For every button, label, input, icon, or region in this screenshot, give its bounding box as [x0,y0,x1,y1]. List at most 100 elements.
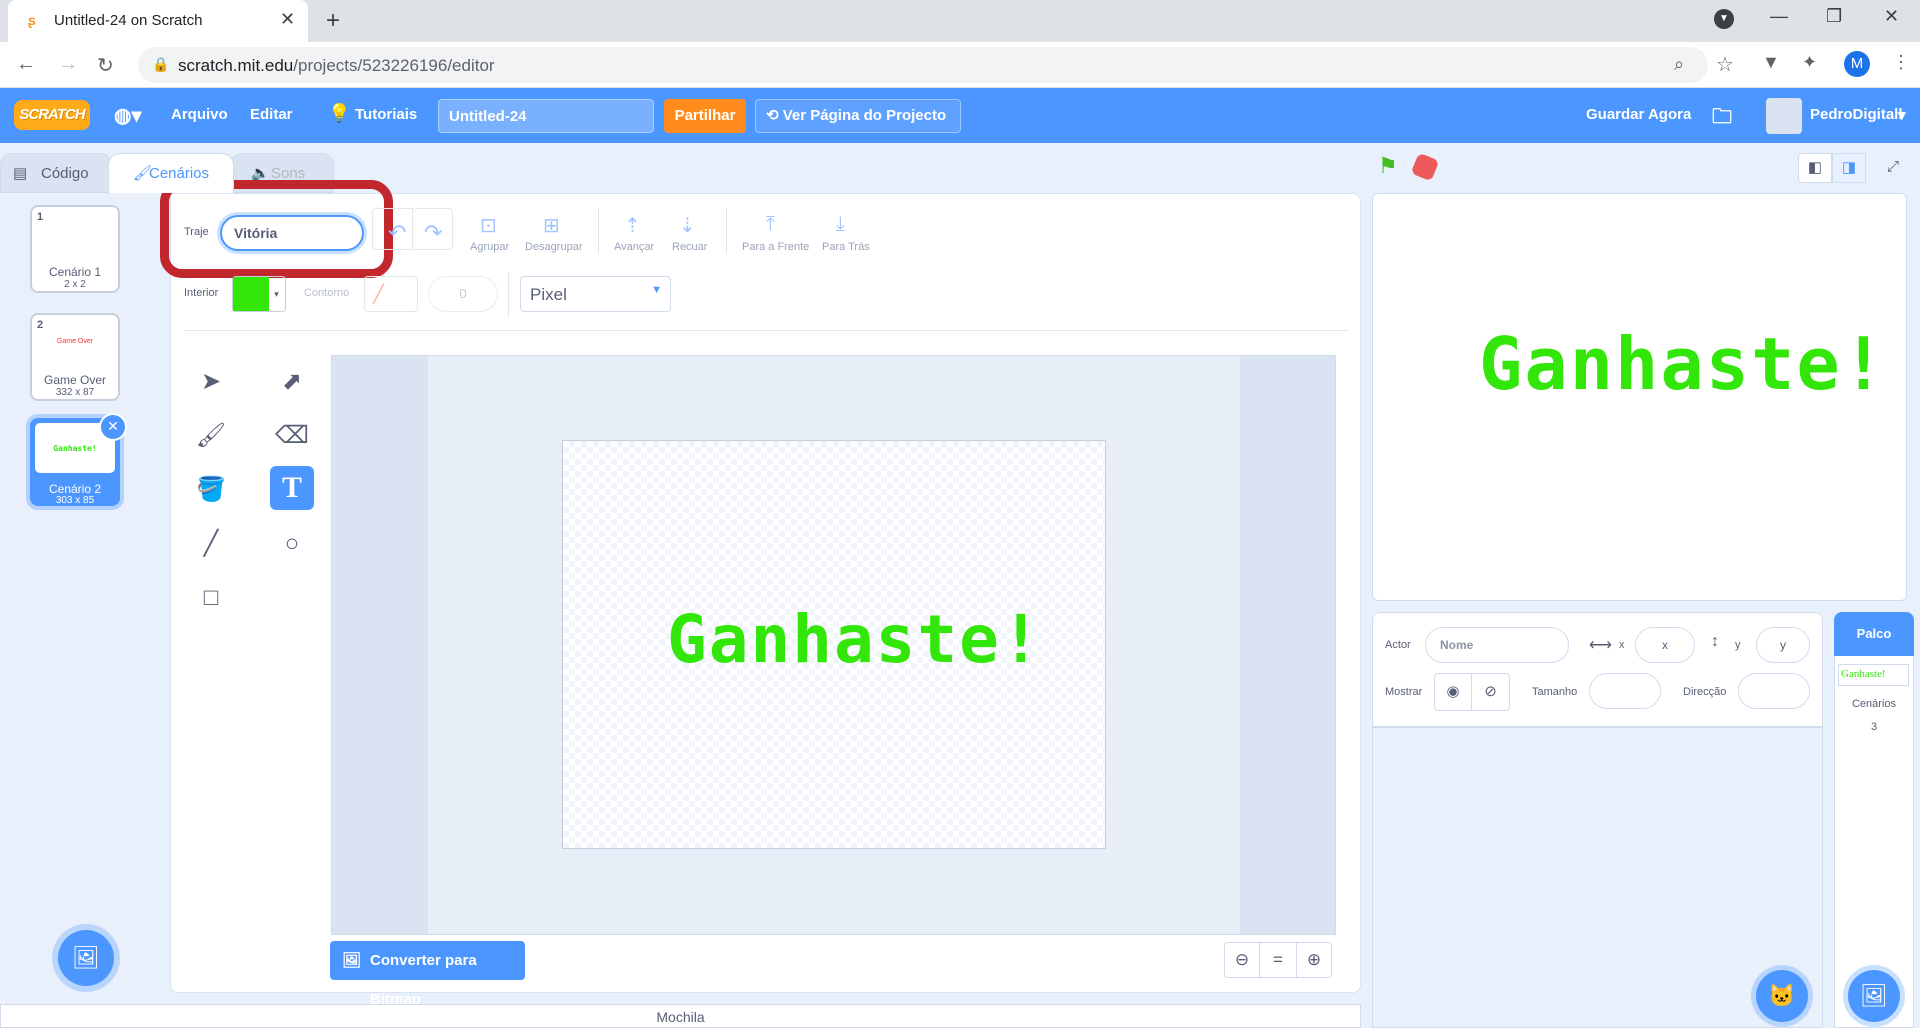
eraser-tool-icon[interactable]: ⌫ [270,414,314,458]
font-select[interactable]: Pixel ▼ [520,276,671,312]
delete-costume-icon[interactable]: ✕ [99,413,127,441]
browser-tab-title: Untitled-24 on Scratch [54,12,203,29]
show-eye-icon[interactable]: ◉ [1434,673,1472,711]
url-path: /projects/523226196/editor [293,56,495,75]
line-tool-icon[interactable]: ╱ [189,522,233,566]
username[interactable]: PedroDigitall [1810,106,1903,123]
user-avatar[interactable] [1766,98,1802,134]
fill-dropdown-icon[interactable]: ▾ [268,276,286,312]
circle-tool-icon[interactable]: ○ [270,522,314,566]
brush-tool-icon[interactable]: 🖌 [189,414,233,458]
remix-icon: ⟲ [766,107,783,124]
see-project-page-button[interactable]: ⟲ Ver Página do Projecto [755,99,961,133]
outline-color-swatch[interactable]: ╱ [364,276,418,312]
convert-to-bitmap-button[interactable]: 🖼 Converter para Bitmap [330,941,525,1008]
size-input[interactable] [1589,673,1661,709]
reshape-tool-icon[interactable]: ⬈ [270,360,314,404]
tab-search-icon[interactable]: ▼ [1714,9,1734,29]
small-stage-icon[interactable]: ◧ [1798,153,1832,183]
bookmark-star-icon[interactable]: ☆ [1716,52,1734,77]
zoom-icon[interactable]: ⌕ [1674,54,1684,75]
sprite-name-input[interactable]: Nome [1425,627,1569,663]
group-button[interactable]: Agrupar [470,241,509,253]
language-globe-icon[interactable]: ◍▾ [114,103,142,128]
costume-size: 2 x 2 [64,279,86,290]
close-tab-icon[interactable]: ✕ [280,9,295,30]
outline-width-input[interactable]: 0 [428,276,498,312]
font-select-value: Pixel [530,285,567,304]
normal-stage-icon[interactable]: ◨ [1832,153,1866,183]
lock-icon: 🔒 [152,56,170,72]
paint-canvas[interactable]: Ganhaste! [562,440,1106,849]
puzzle-icon[interactable]: ✦ [1802,52,1817,73]
backward-arrow-icon[interactable]: ⇣ [679,213,696,238]
fill-color-swatch[interactable] [232,276,269,312]
forward-arrow-icon[interactable]: ⇡ [624,213,641,238]
stage-thumbnail: Ganhaste! [1838,664,1909,686]
extension-icon[interactable]: ▼ [1762,52,1780,73]
costume-item[interactable]: 1 Cenário 1 2 x 2 [30,205,120,293]
profile-avatar[interactable]: M [1844,51,1870,77]
backward-button[interactable]: Recuar [672,241,707,253]
image-icon: 🖼 [342,952,362,969]
zoom-out-icon[interactable]: ⊖ [1224,942,1260,978]
to-front-icon[interactable]: ⤒ [766,213,775,236]
green-flag-icon[interactable]: ⚑ [1378,153,1398,179]
scratch-logo[interactable]: SCRATCH [14,100,90,130]
code-blocks-icon: ▤ [13,165,28,182]
restore-icon[interactable]: ❐ [1826,6,1842,27]
stage[interactable]: Ganhaste! [1372,193,1907,601]
fill-bucket-tool-icon[interactable]: 🪣 [189,468,233,512]
forward-icon[interactable]: → [58,53,78,76]
tab-costumes[interactable]: 🖌 Cenários [108,153,234,193]
costume-item[interactable]: 2 Game Over Game Over 332 x 87 [30,313,120,401]
tab-code[interactable]: ▤ Código [0,153,112,193]
account-chevron-down-icon[interactable]: ▾ [1898,106,1906,124]
ungroup-button[interactable]: Desagrupar [525,241,582,253]
project-title-input[interactable]: Untitled-24 [438,99,654,133]
menu-tutorials[interactable]: Tutoriais [355,106,417,123]
more-icon[interactable]: ⋮ [1892,52,1910,73]
zoom-reset-button[interactable]: = [1260,942,1296,978]
select-tool-arrow-icon[interactable]: ➤ [189,360,233,404]
direction-input[interactable] [1738,673,1810,709]
rectangle-tool-icon[interactable]: □ [189,576,233,620]
to-front-button[interactable]: Para a Frente [742,241,809,253]
menu-edit[interactable]: Editar [250,106,293,123]
hide-eye-icon[interactable]: ⊘ [1472,673,1510,711]
browser-tab[interactable]: ʂ Untitled-24 on Scratch ✕ [8,0,308,42]
show-label: Mostrar [1385,686,1423,698]
reload-icon[interactable]: ↻ [97,53,114,78]
add-backdrop-icon[interactable]: 🖼 [1848,970,1900,1022]
browser-tabstrip: ʂ Untitled-24 on Scratch ✕ + ▼ — ❐ ✕ [0,0,1920,42]
menu-file[interactable]: Arquivo [171,106,228,123]
zoom-in-icon[interactable]: ⊕ [1296,942,1332,978]
share-button[interactable]: Partilhar [664,99,746,133]
y-label: y [1735,639,1741,651]
x-input[interactable]: x [1635,627,1695,663]
horizontal-arrows-icon: ⟷ [1589,637,1612,654]
costume-size: 332 x 87 [55,387,95,398]
omnibox[interactable]: 🔒 scratch.mit.edu/projects/523226196/edi… [138,47,1708,83]
minimize-icon[interactable]: — [1770,6,1788,27]
my-stuff-folder-icon[interactable]: 🗀 [1712,102,1732,136]
to-back-icon[interactable]: ⤓ [836,213,845,236]
to-back-button[interactable]: Para Trás [822,241,870,253]
annotation-highlight-box [160,180,393,278]
backpack-bar[interactable]: Mochila [0,1004,1361,1028]
fill-label: Interior [184,287,219,299]
y-input[interactable]: y [1756,627,1810,663]
ungroup-icon[interactable]: ⊞ [543,213,560,238]
add-sprite-cat-icon[interactable]: 🐱 [1756,970,1808,1022]
close-window-icon[interactable]: ✕ [1884,6,1899,27]
url-text[interactable]: scratch.mit.edu/projects/523226196/edito… [178,56,495,76]
text-tool-icon[interactable]: T [270,466,314,510]
forward-button[interactable]: Avançar [614,241,654,253]
back-icon[interactable]: ← [16,53,36,76]
add-costume-icon[interactable]: 🖼 [58,930,114,986]
save-now-button[interactable]: Guardar Agora [1586,106,1691,123]
fullscreen-icon[interactable]: ⤢ [1876,153,1910,183]
new-tab-icon[interactable]: + [326,7,340,35]
group-icon[interactable]: ⊡ [480,213,497,238]
canvas-text[interactable]: Ganhaste! [667,601,1043,678]
